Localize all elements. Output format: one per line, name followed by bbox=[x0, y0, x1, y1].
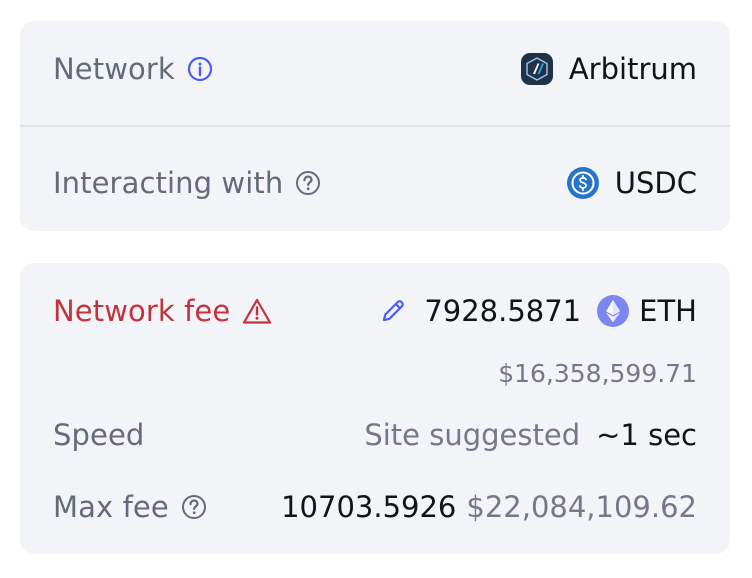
transaction-details-card: Network Arbitrum Interacting with USDC bbox=[20, 21, 730, 231]
network-fee-card: Network fee 7928.5871 ETH $16,358,599.71… bbox=[20, 263, 730, 554]
interacting-row: Interacting with USDC bbox=[20, 163, 730, 203]
network-fee-label: Network fee bbox=[53, 294, 231, 328]
max-fee-row: Max fee 10703.5926 $22,084,109.62 bbox=[20, 487, 730, 527]
interacting-value: USDC bbox=[614, 166, 697, 200]
speed-value: ~1 sec bbox=[596, 418, 697, 452]
speed-row: Speed Site suggested ~1 sec bbox=[20, 415, 730, 455]
question-icon[interactable] bbox=[181, 494, 207, 520]
info-icon[interactable] bbox=[187, 56, 213, 82]
network-fee-usd: $16,358,599.71 bbox=[498, 358, 697, 388]
network-fee-currency: ETH bbox=[639, 294, 697, 328]
speed-label: Speed bbox=[53, 418, 145, 452]
question-icon[interactable] bbox=[295, 170, 321, 196]
usdc-icon bbox=[566, 167, 599, 199]
interacting-label: Interacting with bbox=[53, 166, 284, 200]
fee-usd-row: $16,358,599.71 bbox=[20, 355, 730, 391]
network-label: Network bbox=[53, 52, 175, 86]
divider bbox=[20, 125, 730, 127]
warning-icon[interactable] bbox=[242, 297, 272, 325]
max-fee-amount: 10703.5926 bbox=[281, 490, 457, 524]
network-value: Arbitrum bbox=[568, 52, 697, 86]
network-fee-amount: 7928.5871 bbox=[424, 294, 582, 328]
ethereum-icon bbox=[597, 295, 630, 327]
network-row: Network Arbitrum bbox=[20, 49, 730, 89]
max-fee-label: Max fee bbox=[53, 490, 169, 524]
speed-source: Site suggested bbox=[364, 418, 581, 452]
network-fee-row: Network fee 7928.5871 ETH bbox=[20, 291, 730, 331]
pencil-icon[interactable] bbox=[380, 298, 406, 324]
max-fee-usd: $22,084,109.62 bbox=[466, 490, 697, 524]
arbitrum-icon bbox=[520, 53, 553, 85]
